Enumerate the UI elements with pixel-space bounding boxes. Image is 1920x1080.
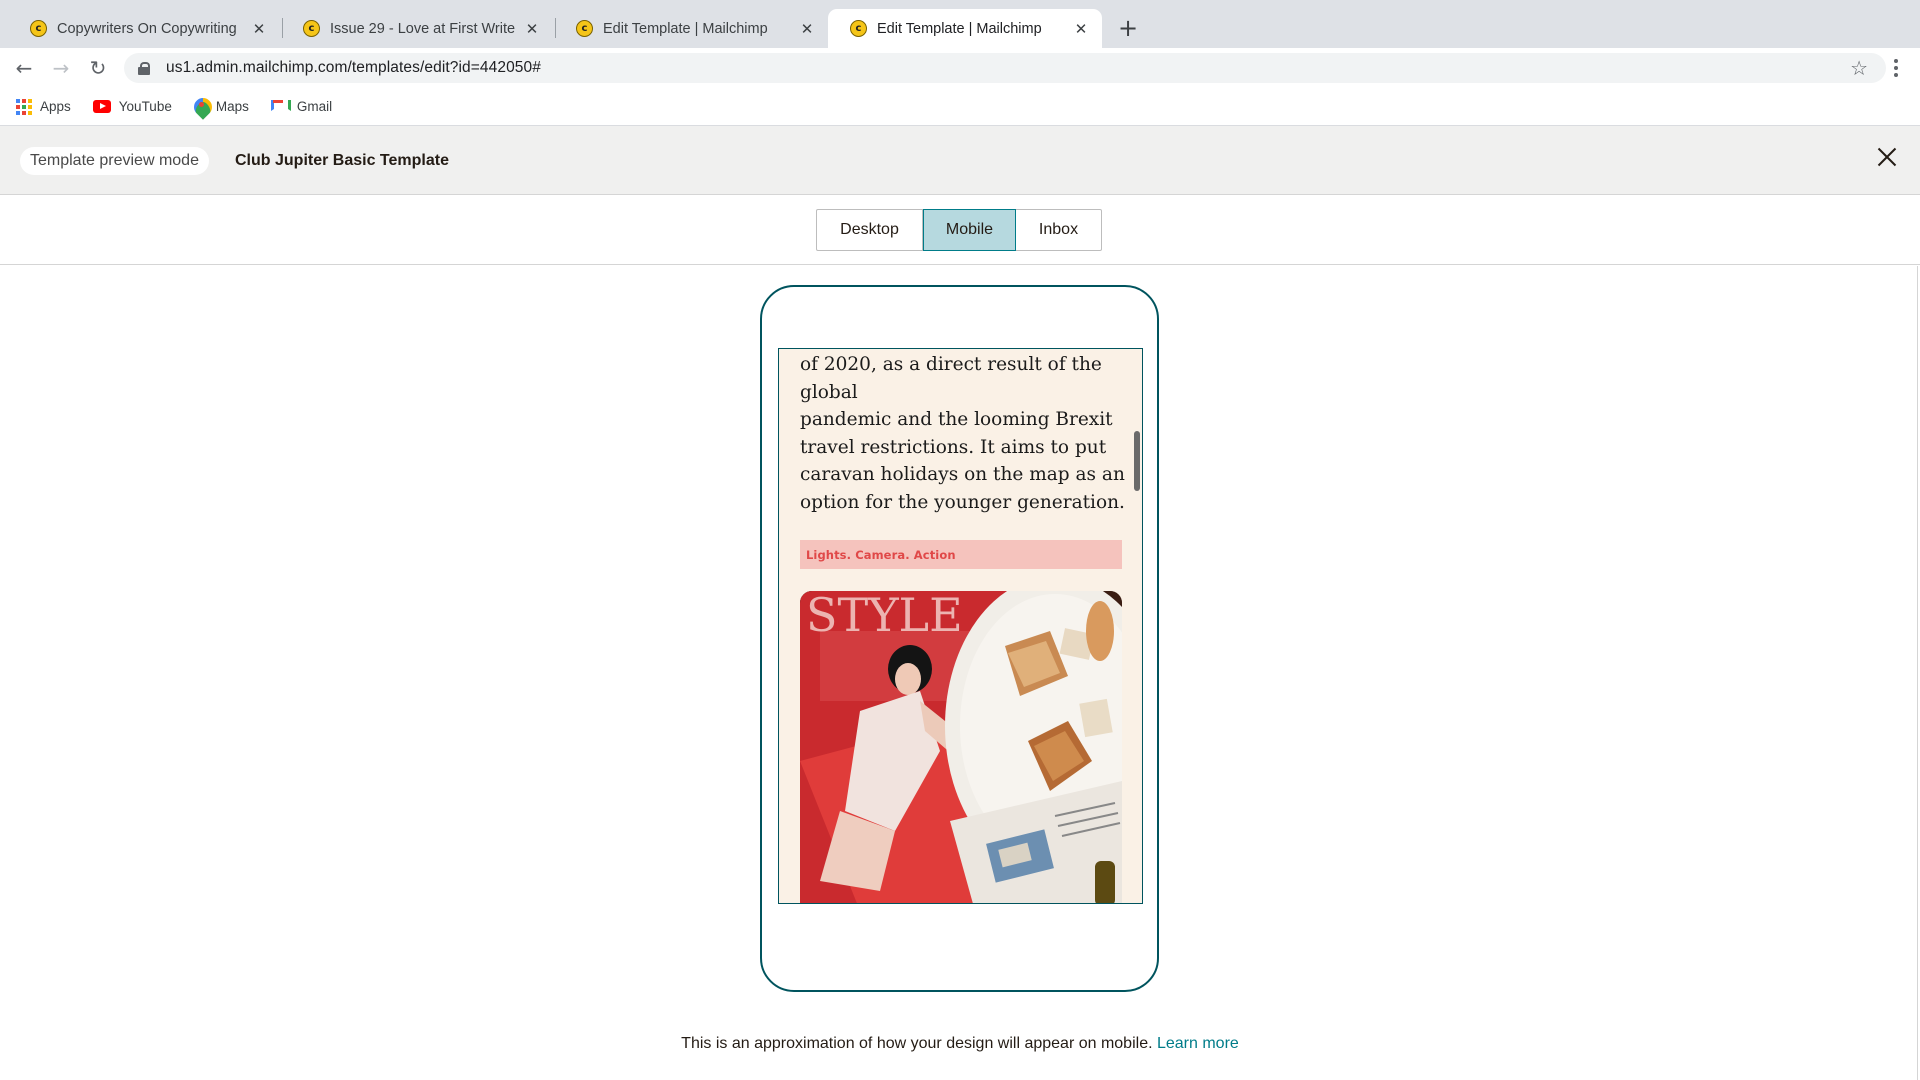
paragraph-line: travel restrictions. It aims to put — [800, 436, 1107, 458]
bookmark-label: Gmail — [296, 99, 333, 114]
gmail-icon — [270, 100, 291, 113]
email-paragraph: of 2020, as a direct result of the globa… — [800, 351, 1130, 516]
bookmark-maps[interactable]: Maps — [194, 98, 249, 116]
bookmark-gmail[interactable]: Gmail — [270, 99, 333, 114]
magazine-and-pastries-photo: STYLE — [800, 591, 1122, 903]
new-tab-icon[interactable]: + — [1116, 14, 1140, 42]
tab-title: Copywriters On Copywriting — [57, 20, 237, 37]
section-heading-band: Lights. Camera. Action — [800, 540, 1122, 569]
paragraph-line: pandemic and the looming Brexit — [800, 409, 1113, 430]
star-icon[interactable]: ☆ — [1850, 56, 1868, 80]
paragraph-line: of 2020, as a direct result of the globa… — [800, 354, 1102, 403]
reload-icon[interactable]: ↻ — [84, 54, 112, 82]
preview-mode-badge: Template preview mode — [20, 147, 209, 175]
tab-1[interactable]: c Copywriters On Copywriting ✕ — [8, 9, 280, 48]
email-preview-screen[interactable]: of 2020, as a direct result of the globa… — [778, 348, 1143, 904]
mailchimp-favicon-icon: c — [303, 20, 320, 37]
bookmark-label: Maps — [215, 99, 249, 114]
tab-2[interactable]: c Issue 29 - Love at First Write ✕ — [281, 9, 553, 48]
view-switcher: Desktop Mobile Inbox — [816, 209, 1102, 251]
close-tab-icon[interactable]: ✕ — [250, 20, 268, 38]
mobile-approximation-note: This is an approximation of how your des… — [0, 1035, 1920, 1053]
tab-strip: c Copywriters On Copywriting ✕ c Issue 2… — [0, 0, 1920, 48]
tab-title: Issue 29 - Love at First Write — [330, 20, 516, 37]
email-image: STYLE — [800, 591, 1122, 903]
section-heading: Lights. Camera. Action — [806, 547, 956, 562]
svg-text:STYLE: STYLE — [806, 591, 963, 642]
mailchimp-favicon-icon: c — [30, 20, 47, 37]
scrollbar-thumb[interactable] — [1134, 431, 1140, 491]
tab-3[interactable]: c Edit Template | Mailchimp ✕ — [554, 9, 828, 48]
bookmark-apps[interactable]: Apps — [16, 98, 71, 115]
tab-4-active[interactable]: c Edit Template | Mailchimp ✕ — [828, 9, 1102, 48]
bookmark-label: Apps — [40, 99, 71, 114]
close-tab-icon[interactable]: ✕ — [523, 20, 541, 38]
url-text[interactable]: us1.admin.mailchimp.com/templates/edit?i… — [166, 59, 541, 77]
mobile-view-button[interactable]: Mobile — [923, 209, 1016, 251]
forward-icon[interactable]: → — [47, 54, 75, 82]
note-text: This is an approximation of how your des… — [681, 1035, 1153, 1052]
mailchimp-favicon-icon: c — [850, 20, 867, 37]
lock-icon[interactable] — [138, 62, 150, 75]
close-icon[interactable] — [1874, 144, 1900, 170]
paragraph-line: option for the younger generation. — [800, 491, 1125, 513]
preview-header: Template preview mode Club Jupiter Basic… — [0, 126, 1920, 195]
bookmark-label: YouTube — [118, 99, 172, 114]
tab-title: Edit Template | Mailchimp — [603, 20, 768, 37]
template-name: Club Jupiter Basic Template — [235, 152, 449, 169]
mailchimp-favicon-icon: c — [576, 20, 593, 37]
bookmark-youtube[interactable]: YouTube — [92, 99, 172, 114]
bookmarks-bar: Apps YouTube Maps Gmail — [0, 88, 1920, 126]
desktop-view-button[interactable]: Desktop — [817, 210, 923, 250]
close-tab-icon[interactable]: ✕ — [798, 20, 816, 38]
close-tab-icon[interactable]: ✕ — [1072, 20, 1090, 38]
tab-title: Edit Template | Mailchimp — [877, 20, 1042, 37]
preview-stage: of 2020, as a direct result of the globa… — [0, 266, 1918, 1080]
menu-icon[interactable] — [1886, 56, 1906, 80]
maps-icon — [194, 98, 208, 116]
inbox-view-button[interactable]: Inbox — [1016, 210, 1101, 250]
apps-icon — [16, 98, 32, 115]
paragraph-line: caravan holidays on the map as an — [800, 464, 1125, 485]
back-icon[interactable]: ← — [10, 54, 38, 82]
view-switcher-bar: Desktop Mobile Inbox — [0, 195, 1920, 265]
learn-more-link[interactable]: Learn more — [1157, 1035, 1239, 1052]
browser-toolbar: ← → ↻ us1.admin.mailchimp.com/templates/… — [0, 48, 1920, 88]
address-bar[interactable]: us1.admin.mailchimp.com/templates/edit?i… — [124, 53, 1886, 83]
phone-frame: of 2020, as a direct result of the globa… — [760, 285, 1159, 992]
youtube-icon — [92, 100, 111, 113]
